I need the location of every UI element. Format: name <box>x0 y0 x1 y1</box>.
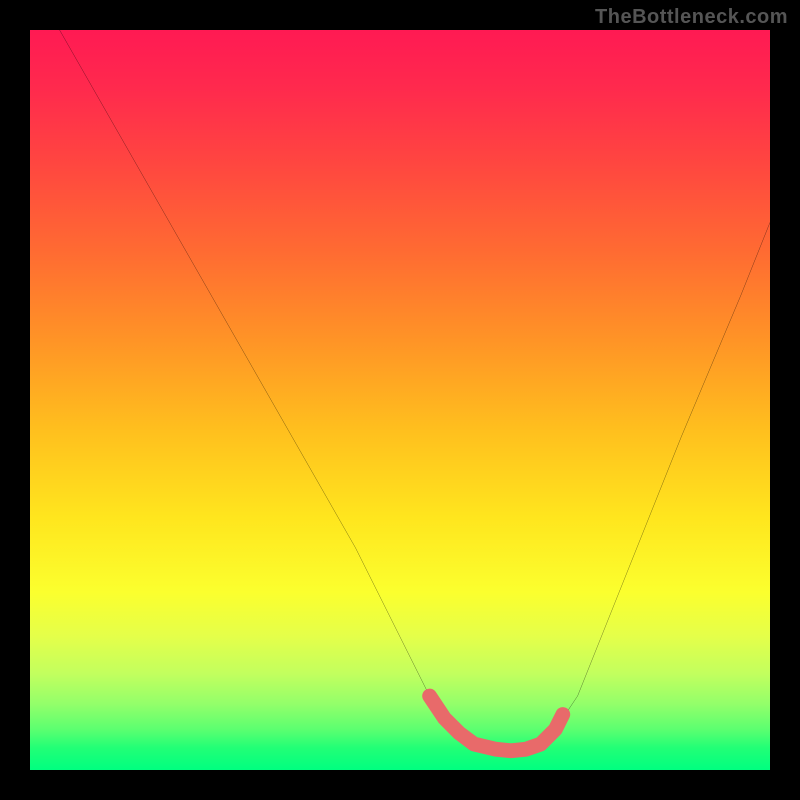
watermark-text: TheBottleneck.com <box>595 6 788 29</box>
curve-path <box>60 30 770 751</box>
plot-svg <box>30 30 770 770</box>
highlight-path <box>430 696 563 751</box>
highlight-end-marker-icon <box>556 708 569 721</box>
plot-area <box>30 30 770 770</box>
